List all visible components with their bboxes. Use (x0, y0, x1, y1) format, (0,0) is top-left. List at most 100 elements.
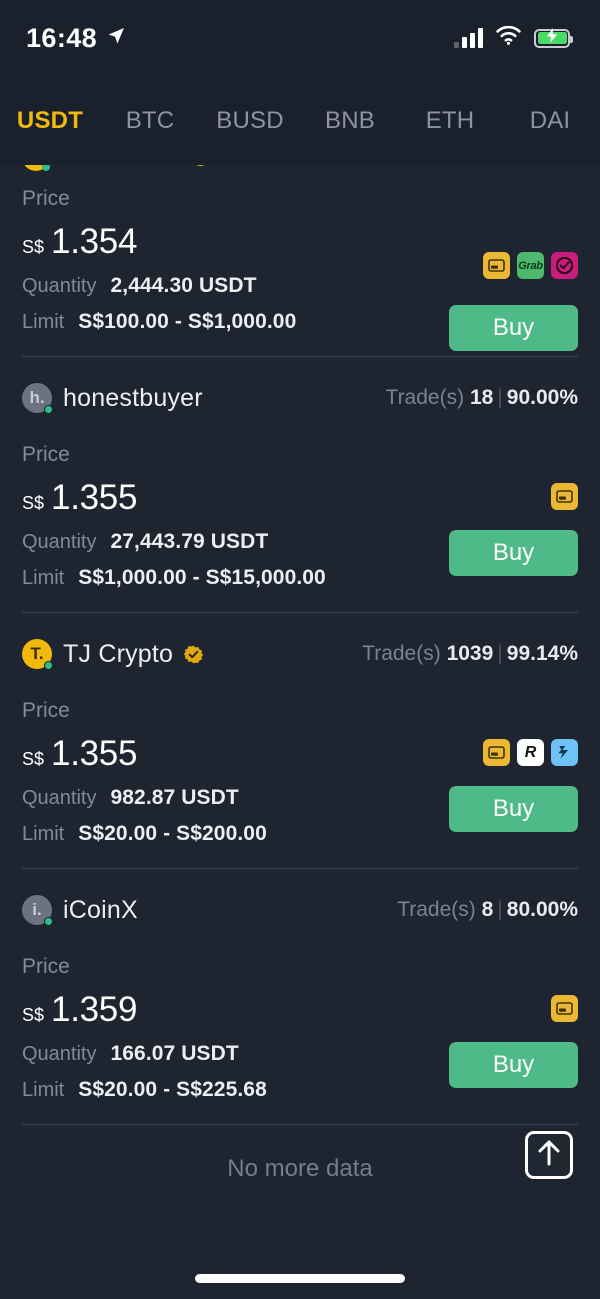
payment-methods: Grab (483, 252, 578, 279)
status-bar: 16:48 (0, 0, 600, 76)
status-bar-clock: 16:48 (26, 22, 98, 53)
grab-icon[interactable]: Grab (517, 252, 544, 279)
limit-label: Limit (22, 1079, 65, 1101)
trades-label: Trade(s) (385, 386, 465, 409)
currency-symbol: S$ (22, 1005, 45, 1025)
scroll-to-top-button[interactable] (525, 1131, 573, 1179)
trades-count: 8 (481, 898, 494, 921)
quantity-label: Quantity (22, 1043, 97, 1065)
offer-header: i. iCoinX Trade(s) 8 | 80.00% (22, 887, 578, 933)
tab-dai[interactable]: DAI (500, 107, 600, 135)
avatar-initial: i. (32, 900, 42, 919)
price-amount: 1.355 (51, 478, 138, 517)
buy-button[interactable]: Buy (449, 305, 578, 351)
price-label: Price (22, 187, 70, 210)
bank-card-icon[interactable] (551, 995, 578, 1022)
online-dot (44, 661, 53, 670)
avatar: i. (22, 895, 53, 926)
bank-card-icon[interactable] (483, 252, 510, 279)
trades-count: 18 (469, 386, 494, 409)
offer-header: h. honestbuyer Trade(s) 18 | 90.00% (22, 375, 578, 421)
merchant[interactable]: i. iCoinX (22, 895, 138, 926)
merchant-name: TJ Crypto (63, 639, 174, 668)
p2p-offer-list-screen: 16:48 USDT BTC BUSD BNB ETH DAI Price S$… (0, 0, 600, 1299)
price-amount: 1.355 (51, 734, 138, 773)
trade-stats: Trade(s) 8 | 80.00% (397, 898, 578, 921)
tab-eth[interactable]: ETH (400, 107, 500, 135)
merchant-name: iCoinX (63, 895, 138, 924)
bank-card-icon[interactable] (483, 739, 510, 766)
offer-row[interactable]: i. iCoinX Trade(s) 8 | 80.00% Price S$ 1.3… (0, 869, 600, 1102)
tab-usdt[interactable]: USDT (0, 107, 100, 135)
trade-stats: Trade(s) 18 | 90.00% (385, 386, 578, 409)
currency-symbol: S$ (22, 493, 45, 513)
wise-icon[interactable] (551, 739, 578, 766)
row-divider (22, 1124, 578, 1125)
home-indicator (195, 1274, 405, 1283)
merchant[interactable]: T. TJ Crypto (22, 639, 204, 670)
currency-symbol: S$ (22, 749, 45, 769)
quantity-label: Quantity (22, 787, 97, 809)
price-value: S$ 1.359 (22, 990, 578, 1030)
price-amount: 1.354 (51, 222, 138, 261)
completion-rate: 99.14% (506, 642, 578, 665)
merchant[interactable]: h. honestbuyer (22, 383, 203, 414)
quantity-label: Quantity (22, 531, 97, 553)
tab-btc[interactable]: BTC (100, 107, 200, 135)
bank-card-icon[interactable] (551, 483, 578, 510)
limit-value: S$100.00 - S$1,000.00 (78, 310, 297, 333)
limit-value: S$1,000.00 - S$15,000.00 (78, 566, 326, 589)
payment-methods (551, 995, 578, 1022)
trades-count: 1039 (446, 642, 494, 665)
arrow-up-icon (536, 1139, 562, 1172)
limit-label: Limit (22, 823, 65, 845)
tab-busd[interactable]: BUSD (200, 107, 300, 135)
trade-stats: Trade(s) 1039 | 99.14% (362, 642, 578, 665)
battery-charging-icon (534, 28, 573, 48)
completion-rate: 80.00% (506, 898, 578, 921)
payment-methods: R (483, 739, 578, 766)
online-dot (44, 917, 53, 926)
offer-row[interactable]: Price S$ 1.354 Quantity 2,444.30 USDT Li… (0, 165, 600, 351)
quantity-label: Quantity (22, 275, 97, 297)
quantity-value: 27,443.79 USDT (110, 530, 269, 553)
price-label: Price (22, 955, 70, 978)
buy-button[interactable]: Buy (449, 530, 578, 576)
offer-list[interactable]: Price S$ 1.354 Quantity 2,444.30 USDT Li… (0, 165, 600, 1299)
tab-bnb[interactable]: BNB (300, 107, 400, 135)
price-amount: 1.359 (51, 990, 138, 1029)
payment-methods (551, 483, 578, 510)
wifi-icon (496, 25, 521, 50)
buy-button[interactable]: Buy (449, 786, 578, 832)
avatar-initial: h. (29, 388, 45, 407)
trades-label: Trade(s) (362, 642, 441, 665)
price-label: Price (22, 699, 70, 722)
limit-label: Limit (22, 567, 65, 589)
offer-row[interactable]: h. honestbuyer Trade(s) 18 | 90.00% Price … (0, 357, 600, 590)
trades-label: Trade(s) (397, 898, 476, 921)
offer-row[interactable]: T. TJ Crypto Trade(s) 1039 | 99.14% Pric… (0, 613, 600, 846)
buy-button[interactable]: Buy (449, 1042, 578, 1088)
limit-value: S$20.00 - S$200.00 (78, 822, 267, 845)
completion-rate: 90.00% (506, 386, 578, 409)
verified-badge-icon (183, 645, 204, 664)
avatar-initial: T. (30, 644, 44, 663)
no-more-data-label: No more data (227, 1155, 373, 1182)
crypto-tab-bar[interactable]: USDT BTC BUSD BNB ETH DAI (0, 76, 600, 165)
revolut-icon[interactable]: R (517, 739, 544, 766)
limit-label: Limit (22, 311, 65, 333)
online-dot (44, 405, 53, 414)
price-value: S$ 1.355 (22, 478, 578, 518)
avatar: T. (22, 639, 53, 670)
cellular-signal-icon (454, 28, 483, 48)
location-arrow-icon (106, 26, 126, 51)
currency-symbol: S$ (22, 237, 45, 257)
paynow-icon[interactable] (551, 252, 578, 279)
quantity-value: 2,444.30 USDT (110, 274, 257, 297)
offer-header: T. TJ Crypto Trade(s) 1039 | 99.14% (22, 631, 578, 677)
quantity-value: 166.07 USDT (110, 1042, 239, 1065)
price-label: Price (22, 443, 70, 466)
quantity-value: 982.87 USDT (110, 786, 239, 809)
merchant-name: honestbuyer (63, 383, 203, 412)
avatar: h. (22, 383, 53, 414)
